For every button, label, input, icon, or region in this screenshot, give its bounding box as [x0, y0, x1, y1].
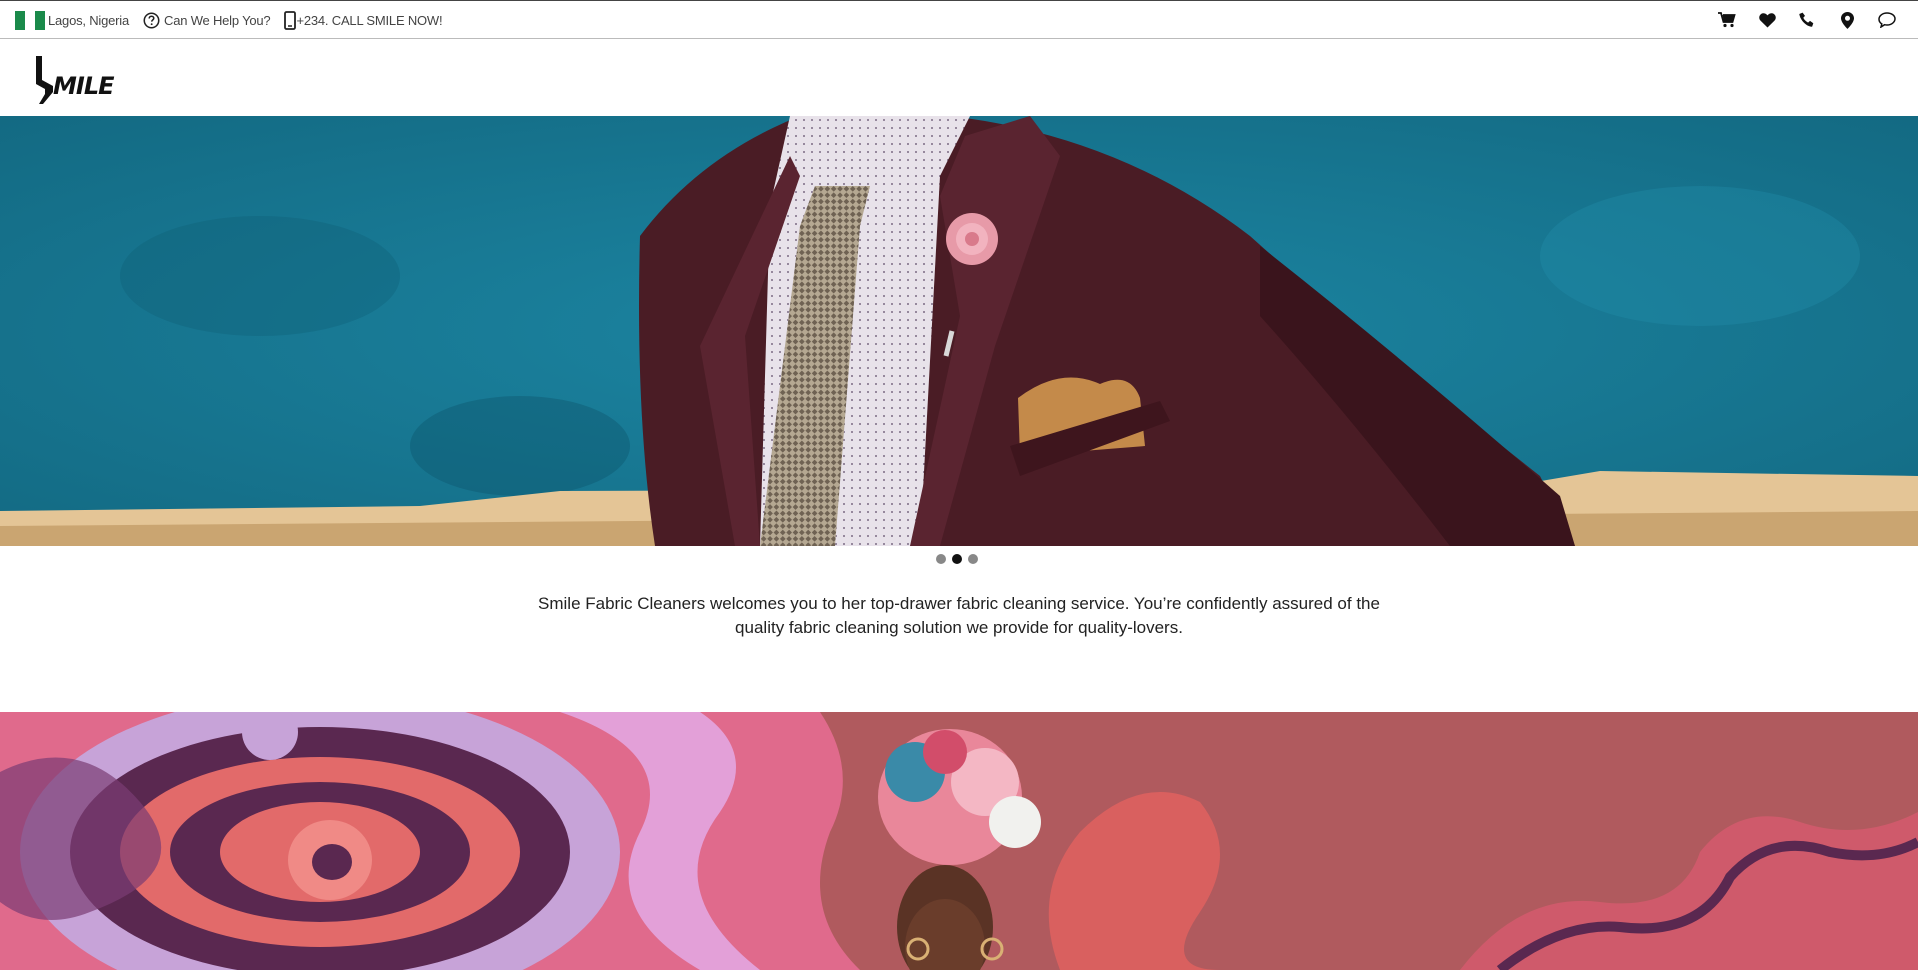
help-item[interactable]: Can We Help You? — [143, 12, 271, 29]
nigeria-flag-icon — [15, 10, 45, 30]
top-bar-icons — [1718, 1, 1896, 39]
top-bar: Lagos, Nigeria Can We Help You? +234. CA… — [0, 0, 1918, 39]
question-circle-icon — [143, 12, 160, 28]
phone-icon[interactable] — [1798, 11, 1816, 29]
location-item[interactable]: Lagos, Nigeria — [15, 10, 130, 30]
top-bar-left: Lagos, Nigeria Can We Help You? +234. CA… — [15, 1, 456, 39]
slider-dots — [936, 554, 978, 564]
fashion-banner — [0, 712, 1918, 970]
heart-icon[interactable] — [1758, 11, 1776, 29]
hero-image — [0, 116, 1918, 546]
location-pin-icon[interactable] — [1838, 11, 1856, 29]
chat-icon[interactable] — [1878, 11, 1896, 29]
slider-dot-3[interactable] — [968, 554, 978, 564]
phone-item[interactable]: +234. CALL SMILE NOW! — [284, 10, 443, 30]
slider-dot-1[interactable] — [936, 554, 946, 564]
site-header: MILE — [0, 39, 1918, 116]
intro-text: Smile Fabric Cleaners welcomes you to he… — [538, 594, 1380, 637]
hero-slider[interactable] — [0, 116, 1918, 546]
mobile-phone-icon — [284, 10, 297, 30]
slider-dot-2[interactable] — [952, 554, 962, 564]
logo-mark-icon — [36, 56, 53, 104]
help-text: Can We Help You? — [164, 12, 271, 28]
location-text: Lagos, Nigeria — [48, 12, 130, 28]
logo-text: MILE — [53, 72, 114, 100]
banner-image — [0, 712, 1918, 970]
smile-logo[interactable]: MILE — [33, 56, 114, 104]
phone-text: +234. CALL SMILE NOW! — [296, 12, 443, 28]
cart-icon[interactable] — [1718, 11, 1736, 29]
